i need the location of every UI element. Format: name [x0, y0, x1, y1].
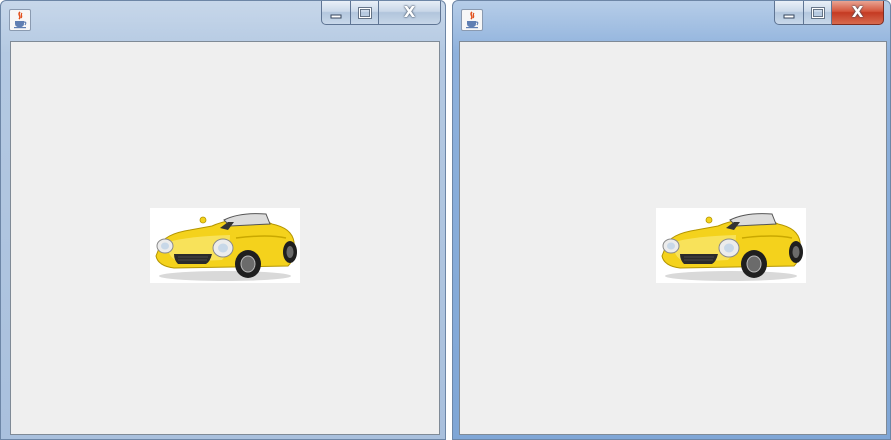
minimize-button[interactable]: [774, 1, 804, 25]
content-pane: [10, 41, 440, 435]
java-icon[interactable]: [461, 9, 483, 31]
close-button[interactable]: X: [379, 1, 441, 25]
screenshot-stage: X X: [0, 0, 891, 440]
content-pane: [459, 41, 887, 435]
title-bar[interactable]: X: [453, 1, 890, 41]
minimize-button[interactable]: [321, 1, 351, 25]
minimize-icon: [330, 14, 342, 18]
yellow-convertible-car-image: [656, 208, 806, 283]
minimize-icon: [783, 14, 795, 18]
title-bar[interactable]: X: [1, 1, 445, 41]
caption-buttons: X: [321, 1, 441, 27]
caption-buttons: X: [774, 1, 884, 27]
java-frame-window-right: X: [452, 0, 891, 440]
close-button[interactable]: X: [832, 1, 884, 25]
yellow-convertible-car-image: [150, 208, 300, 283]
java-icon[interactable]: [9, 9, 31, 31]
maximize-button[interactable]: [351, 1, 379, 25]
java-frame-window-left: X: [0, 0, 446, 440]
close-icon: X: [851, 3, 864, 21]
maximize-icon: [810, 6, 825, 19]
maximize-button[interactable]: [804, 1, 832, 25]
maximize-icon: [357, 6, 372, 19]
close-icon: X: [403, 3, 416, 21]
